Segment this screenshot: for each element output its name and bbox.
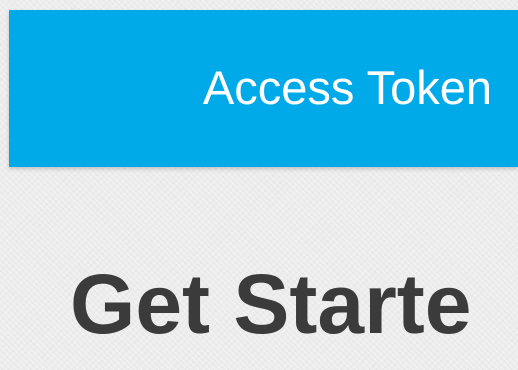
access-token-link[interactable]: Access Token bbox=[203, 64, 492, 111]
header-bar: Access Token bbox=[9, 10, 518, 167]
page-heading: Get Starte bbox=[70, 262, 472, 346]
